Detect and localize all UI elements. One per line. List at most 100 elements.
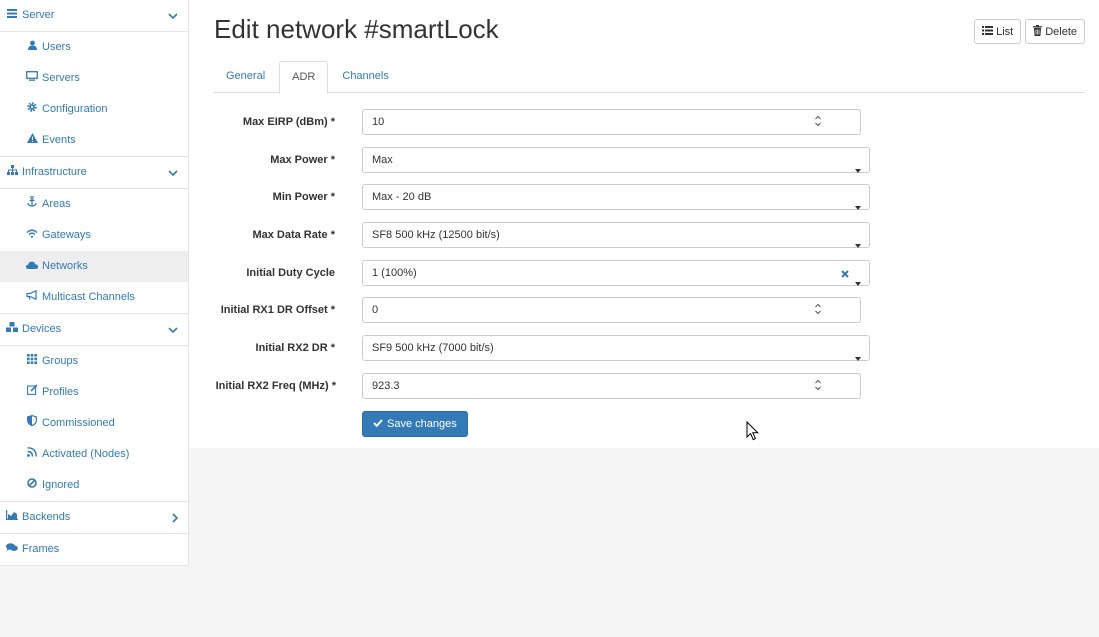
page-title: Edit network #smartLock: [214, 14, 499, 44]
sidebar-label-frames: Frames: [22, 543, 60, 555]
ban-icon: [25, 470, 39, 501]
list-button-label: List: [996, 25, 1014, 38]
rx1-dr-offset-input[interactable]: 0: [362, 297, 861, 323]
rx2-freq-input[interactable]: 923.3: [362, 373, 861, 399]
clear-icon[interactable]: [841, 261, 849, 285]
monitor-icon: [25, 63, 39, 94]
max-data-rate-value: SF8 500 kHz (12500 bit/s): [372, 229, 500, 241]
sidebar-label-groups: Groups: [42, 355, 79, 367]
sidebar-label-server: Server: [22, 9, 55, 21]
sidebar-group-infrastructure[interactable]: Infrastructure: [0, 156, 188, 189]
max-eirp-value: 10: [372, 116, 385, 128]
sidebar-label-activated: Activated (Nodes): [42, 448, 130, 460]
max-data-rate-select[interactable]: SF8 500 kHz (12500 bit/s): [362, 222, 870, 248]
sidebar-item-groups[interactable]: Groups: [0, 346, 188, 377]
sidebar-label-gateways: Gateways: [42, 229, 91, 241]
max-power-select[interactable]: Max: [362, 147, 870, 173]
max-eirp-label: Max EIRP (dBm) *: [242, 116, 335, 128]
list-icon: [5, 0, 19, 31]
sidebar-group-server[interactable]: Server: [0, 0, 188, 32]
tab-adr[interactable]: ADR: [279, 61, 329, 94]
spinner-icon[interactable]: [814, 377, 824, 395]
bullhorn-icon: [25, 282, 39, 313]
min-power-select[interactable]: Max - 20 dB: [362, 184, 870, 210]
sidebar-item-networks[interactable]: Networks: [0, 251, 188, 282]
list-button[interactable]: List: [974, 19, 1022, 44]
sidebar-label-profiles: Profiles: [42, 386, 79, 398]
delete-button[interactable]: Delete: [1025, 19, 1085, 44]
rx2-dr-label: Initial RX2 DR *: [255, 342, 335, 354]
chevron-right-icon[interactable]: [172, 502, 179, 533]
sidebar-label-areas: Areas: [42, 198, 71, 210]
sidebar-item-configuration[interactable]: Configuration: [0, 94, 188, 125]
rx1-dr-offset-label: Initial RX1 DR Offset *: [220, 304, 335, 316]
chevron-down-icon[interactable]: [168, 157, 178, 188]
save-changes-button[interactable]: Save changes: [362, 411, 468, 437]
sidebar-item-areas[interactable]: Areas: [0, 189, 188, 220]
initial-duty-cycle-label: Initial Duty Cycle: [246, 267, 335, 279]
tab-general[interactable]: General: [214, 61, 277, 92]
area-chart-icon: [5, 502, 19, 533]
sidebar-item-gateways[interactable]: Gateways: [0, 220, 188, 251]
max-power-label: Max Power *: [270, 154, 335, 166]
grid-icon: [25, 346, 39, 377]
sidebar-item-users[interactable]: Users: [0, 32, 188, 63]
max-power-value: Max: [372, 154, 393, 166]
caret-down-icon: [855, 158, 861, 182]
max-data-rate-label: Max Data Rate *: [252, 229, 335, 241]
sidebar-item-ignored[interactable]: Ignored: [0, 470, 188, 501]
user-icon: [25, 32, 39, 63]
sidebar-group-frames[interactable]: Frames: [0, 534, 188, 566]
sidebar-item-events[interactable]: Events: [0, 125, 188, 156]
tab-channels[interactable]: Channels: [330, 61, 400, 92]
sitemap-icon: [5, 157, 19, 188]
cloud-icon: [25, 251, 39, 282]
sidebar-item-activated[interactable]: Activated (Nodes): [0, 439, 188, 470]
rx1-dr-offset-value: 0: [372, 304, 379, 316]
save-changes-label: Save changes: [387, 418, 457, 430]
initial-duty-cycle-value: 1 (100%): [372, 267, 417, 279]
max-eirp-input[interactable]: 10: [362, 109, 861, 135]
caret-down-icon: [855, 271, 861, 295]
initial-duty-cycle-select[interactable]: 1 (100%): [362, 260, 870, 286]
caret-down-icon: [855, 195, 861, 219]
edit-icon: [25, 377, 39, 408]
sidebar-item-profiles[interactable]: Profiles: [0, 377, 188, 408]
sidebar-item-commissioned[interactable]: Commissioned: [0, 408, 188, 439]
sidebar-item-servers[interactable]: Servers: [0, 63, 188, 94]
sidebar-group-devices[interactable]: Devices: [0, 313, 188, 346]
warning-icon: [25, 125, 39, 156]
caret-down-icon: [855, 346, 861, 370]
rx2-dr-value: SF9 500 kHz (7000 bit/s): [372, 342, 494, 354]
mouse-cursor-icon: [746, 420, 760, 444]
wifi-icon: [25, 220, 39, 251]
delete-button-label: Delete: [1045, 25, 1077, 38]
rx2-freq-value: 923.3: [372, 380, 400, 392]
chevron-down-icon[interactable]: [168, 0, 178, 31]
sidebar-label-infrastructure: Infrastructure: [22, 166, 87, 178]
min-power-value: Max - 20 dB: [372, 191, 432, 203]
spinner-icon[interactable]: [814, 301, 824, 319]
sidebar-label-ignored: Ignored: [42, 479, 80, 491]
anchor-icon: [25, 189, 39, 220]
gear-icon: [25, 94, 39, 125]
caret-down-icon: [855, 233, 861, 257]
trash-icon: [1033, 24, 1043, 39]
sidebar: Server Users Servers Configuration Event…: [0, 0, 189, 566]
sidebar-group-backends[interactable]: Backends: [0, 501, 188, 534]
min-power-label: Min Power *: [272, 191, 335, 203]
chevron-down-icon[interactable]: [168, 314, 178, 345]
sidebar-label-networks: Networks: [42, 260, 88, 272]
sidebar-label-commissioned: Commissioned: [42, 417, 115, 429]
spinner-icon[interactable]: [814, 113, 824, 131]
sidebar-label-multicast: Multicast Channels: [42, 291, 135, 303]
tab-bar: General ADR Channels: [214, 61, 1085, 94]
rss-icon: [25, 439, 39, 470]
comments-icon: [5, 534, 19, 565]
sidebar-item-multicast-channels[interactable]: Multicast Channels: [0, 282, 188, 313]
header-actions: List Delete: [974, 19, 1085, 44]
rx2-dr-select[interactable]: SF9 500 kHz (7000 bit/s): [362, 335, 870, 361]
sidebar-label-backends: Backends: [22, 511, 71, 523]
cubes-icon: [5, 314, 19, 345]
sidebar-label-users: Users: [42, 41, 71, 53]
